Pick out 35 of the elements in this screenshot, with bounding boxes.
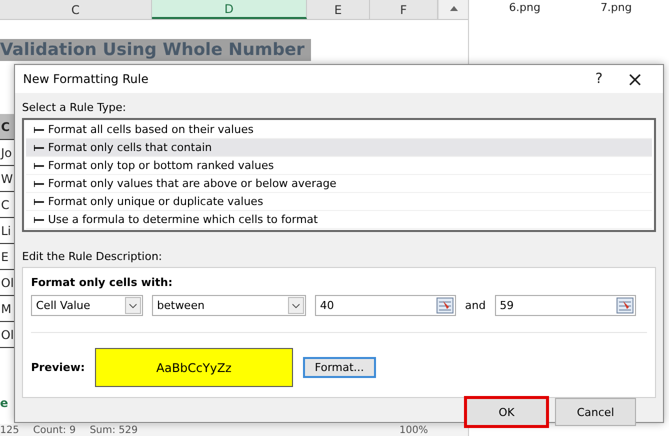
bullet-icon	[34, 144, 44, 150]
bullet-icon	[34, 216, 44, 222]
and-label: and	[465, 299, 486, 312]
close-button[interactable]: ×	[617, 65, 653, 93]
scroll-up-icon[interactable]	[448, 4, 458, 12]
rule-type-item[interactable]: Format only cells that contain	[26, 139, 652, 157]
status-cell: 125	[0, 424, 20, 436]
sheet-title: Validation Using Whole Number	[0, 39, 311, 61]
max-field[interactable]: 59	[494, 295, 636, 316]
caret-icon	[288, 297, 304, 314]
zoom-level: 100%	[399, 424, 428, 436]
help-button[interactable]: ?	[581, 65, 617, 93]
bullet-icon	[34, 180, 44, 186]
dialog-title: New Formatting Rule	[23, 72, 150, 86]
bullet-icon	[34, 198, 44, 204]
condition-label: Format only cells with:	[31, 276, 174, 289]
column-header[interactable]: D	[152, 0, 307, 19]
min-field[interactable]: 40	[315, 295, 456, 316]
sheet-tab[interactable]: e	[0, 396, 8, 410]
range-select-icon[interactable]	[616, 297, 634, 314]
bullet-icon	[34, 126, 44, 132]
field-dropdown[interactable]: Cell Value	[31, 295, 143, 316]
rule-type-label: Select a Rule Type:	[22, 101, 128, 114]
caret-icon	[125, 297, 141, 314]
description-label: Edit the Rule Description:	[22, 250, 164, 263]
status-count: Count: 9	[33, 424, 76, 436]
bullet-icon	[34, 162, 44, 168]
cancel-button[interactable]: Cancel	[555, 398, 636, 426]
status-sum: Sum: 529	[90, 424, 138, 436]
range-select-icon[interactable]	[436, 297, 454, 314]
preview-label: Preview:	[31, 361, 85, 374]
operator-dropdown[interactable]: between	[152, 295, 306, 316]
format-button[interactable]: Format...	[302, 357, 376, 378]
ok-button[interactable]: OK	[466, 398, 547, 426]
preview-sample: AaBbCcYyZz	[94, 348, 293, 387]
